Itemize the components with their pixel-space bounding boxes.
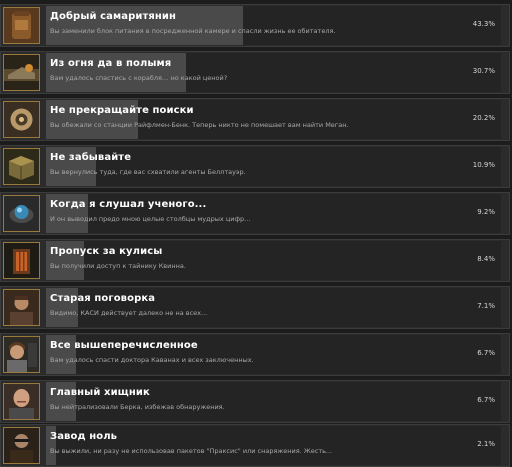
achievement-list: Добрый самаритянин Вы заменили блок пита…	[0, 0, 512, 467]
achievement-row: Пропуск за кулисы Вы получили доступ к т…	[0, 239, 510, 282]
bald-man-portrait-icon	[3, 383, 40, 420]
achievement-row: Добрый самаритянин Вы заменили блок пита…	[0, 4, 510, 47]
achievement-percent: 6.7%	[477, 396, 495, 404]
achievement-row: Главный хищник Вы нейтрализовали Берка, …	[0, 380, 510, 423]
achievement-title: Когда я слушал ученого...	[50, 199, 207, 210]
hero-portrait-icon	[3, 427, 40, 464]
achievement-title: Все вышеперечисленное	[50, 340, 198, 351]
soldier-portrait-icon	[3, 289, 40, 326]
fire-ship-icon	[3, 54, 40, 91]
achievement-description: Вы получили доступ к тайнику Квинна.	[50, 262, 186, 270]
achievement-row: Завод ноль Вы выжили, ни разу не использ…	[0, 424, 510, 467]
achievement-description: Вы обежали со станции Райфлмен-Бенк. Теп…	[50, 121, 349, 129]
achievement-description: Вы вернулись туда, где вас схватили аген…	[50, 168, 246, 176]
crate-icon	[3, 148, 40, 185]
achievement-row: Когда я слушал ученого... И он выводил п…	[0, 192, 510, 235]
achievement-row: Из огня да в полымя Вам удалось спастись…	[0, 51, 510, 94]
achievement-percent: 8.4%	[477, 255, 495, 263]
achievement-row: Старая поговорка Видимо, КАСИ действует …	[0, 286, 510, 329]
achievement-description: Вам удалось спасти доктора Каванах и все…	[50, 356, 254, 364]
achievement-title: Пропуск за кулисы	[50, 246, 163, 257]
achievement-title: Главный хищник	[50, 387, 150, 398]
achievement-description: Вы заменили блок питания в посредженной …	[50, 27, 336, 35]
doorway-icon	[3, 242, 40, 279]
achievement-title: Завод ноль	[50, 431, 118, 442]
doctor-portrait-icon	[3, 336, 40, 373]
achievement-percent: 9.2%	[477, 208, 495, 216]
achievement-description: Видимо, КАСИ действует далеко не на всех…	[50, 309, 208, 317]
jar-icon	[3, 7, 40, 44]
achievement-row: Все вышеперечисленное Вам удалось спасти…	[0, 333, 510, 376]
achievement-description: Вам удалось спастись с корабля… но какой…	[50, 74, 228, 82]
achievement-description: Вы нейтрализовали Берка, избежав обнаруж…	[50, 403, 225, 411]
achievement-percent: 30.7%	[472, 67, 495, 75]
orb-icon	[3, 195, 40, 232]
achievement-title: Не прекращайте поиски	[50, 105, 194, 116]
achievement-percent: 43.3%	[472, 20, 495, 28]
achievement-title: Добрый самаритянин	[50, 11, 177, 22]
achievement-description: И он выводил предо мною целые столбцы му…	[50, 215, 251, 223]
achievement-title: Старая поговорка	[50, 293, 156, 304]
achievement-title: Не забывайте	[50, 152, 132, 163]
achievement-percent: 10.9%	[472, 161, 495, 169]
drone-icon	[3, 101, 40, 138]
achievement-description: Вы выжили, ни разу не использовав пакето…	[50, 447, 333, 455]
achievement-row: Не забывайте Вы вернулись туда, где вас …	[0, 145, 510, 188]
achievement-percent: 20.2%	[472, 114, 495, 122]
achievement-percent: 6.7%	[477, 349, 495, 357]
achievement-title: Из огня да в полымя	[50, 58, 172, 69]
achievement-percent: 2.1%	[477, 440, 495, 448]
achievement-row: Не прекращайте поиски Вы обежали со стан…	[0, 98, 510, 141]
achievement-percent: 7.1%	[477, 302, 495, 310]
